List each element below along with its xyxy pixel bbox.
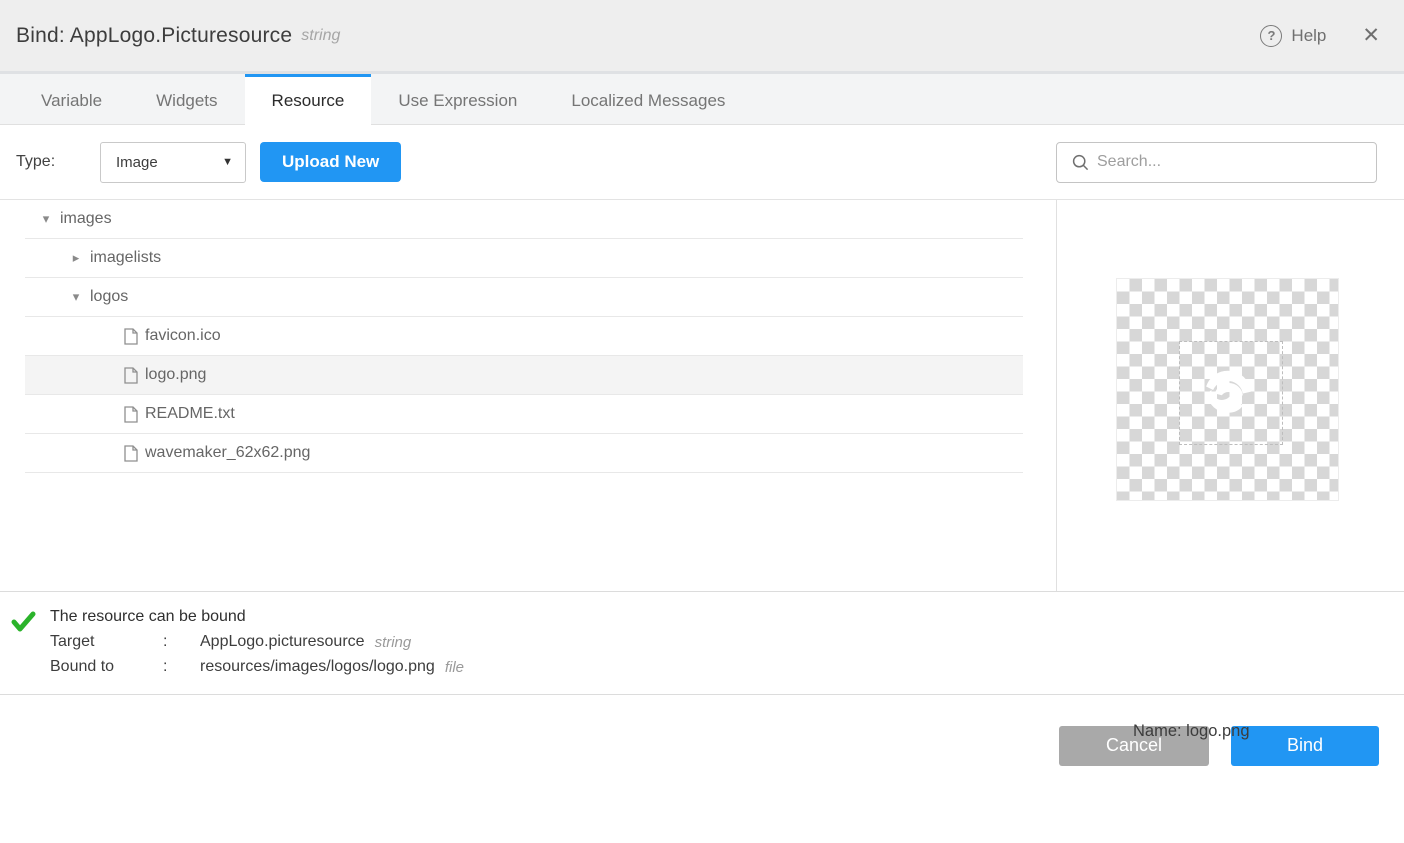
resource-toolbar: Type: Image ▼ Upload New <box>0 125 1404 200</box>
status-boundto-row: Bound to : resources/images/logos/logo.p… <box>50 655 1404 680</box>
tab-variable[interactable]: Variable <box>14 74 129 124</box>
type-select[interactable]: Image ▼ <box>100 142 246 183</box>
status-lines: The resource can be bound Target : AppLo… <box>50 605 1404 694</box>
titlebar-actions: ? Help ✕ <box>1260 25 1380 47</box>
help-button[interactable]: ? Help <box>1260 25 1326 47</box>
resource-browser: ▾ images ▸ imagelists ▾ logos favicon.ic… <box>0 200 1404 591</box>
status-separator: : <box>163 633 200 651</box>
success-check-icon <box>8 605 50 694</box>
tree-item-label: wavemaker_62x62.png <box>145 444 310 462</box>
search-icon <box>1072 154 1089 171</box>
dialog-footer: Cancel Bind <box>0 695 1404 843</box>
type-select-value: Image <box>116 154 158 171</box>
preview-name: Name: logo.png <box>1133 722 1250 741</box>
tree-item-label: README.txt <box>145 405 235 423</box>
tree-item-wavemaker-png[interactable]: wavemaker_62x62.png <box>25 434 1023 473</box>
dialog-title: Bind: AppLogo.Picturesource <box>16 24 292 48</box>
search-box[interactable] <box>1056 142 1377 183</box>
dialog-titlebar: Bind: AppLogo.Picturesource string ? Hel… <box>0 0 1404 74</box>
search-input[interactable] <box>1097 153 1364 171</box>
tab-widgets[interactable]: Widgets <box>129 74 244 124</box>
status-value-type: string <box>375 634 412 651</box>
bind-status: The resource can be bound Target : AppLo… <box>0 591 1404 695</box>
status-value: resources/images/logos/logo.png <box>200 658 435 676</box>
status-value-type: file <box>445 659 464 676</box>
help-icon: ? <box>1260 25 1282 47</box>
type-label: Type: <box>16 153 100 171</box>
tab-use-expression[interactable]: Use Expression <box>371 74 544 124</box>
tree-item-label: logo.png <box>145 366 206 384</box>
tree-item-label: images <box>60 210 112 228</box>
dialog-title-type: string <box>301 27 340 45</box>
chevron-right-icon[interactable]: ▸ <box>65 250 87 266</box>
tab-resource[interactable]: Resource <box>245 74 372 125</box>
file-icon <box>120 328 142 345</box>
file-tree: ▾ images ▸ imagelists ▾ logos favicon.ic… <box>25 200 1023 473</box>
status-separator: : <box>163 658 200 676</box>
tab-bar: Variable Widgets Resource Use Expression… <box>0 74 1404 125</box>
tree-item-label: favicon.ico <box>145 327 221 345</box>
help-label: Help <box>1291 26 1326 46</box>
file-icon <box>120 445 142 462</box>
image-preview <box>1116 278 1339 501</box>
status-target-row: Target : AppLogo.picturesource string <box>50 630 1404 655</box>
tree-item-label: logos <box>90 288 128 306</box>
tree-item-favicon[interactable]: favicon.ico <box>25 317 1023 356</box>
status-label: Bound to <box>50 658 163 676</box>
tree-item-imagelists[interactable]: ▸ imagelists <box>25 239 1023 278</box>
chevron-down-icon[interactable]: ▾ <box>35 211 57 227</box>
tree-item-logos[interactable]: ▾ logos <box>25 278 1023 317</box>
tree-item-label: imagelists <box>90 249 161 267</box>
status-value: AppLogo.picturesource <box>200 633 365 651</box>
caret-down-icon: ▼ <box>222 156 233 168</box>
status-message: The resource can be bound <box>50 605 1404 630</box>
tree-item-readme[interactable]: README.txt <box>25 395 1023 434</box>
tree-item-logo-png[interactable]: logo.png <box>25 356 1023 395</box>
close-icon[interactable]: ✕ <box>1362 25 1380 46</box>
logo-image <box>1193 355 1263 425</box>
tree-item-images[interactable]: ▾ images <box>25 200 1023 239</box>
tab-localized-messages[interactable]: Localized Messages <box>544 74 752 124</box>
status-label: Target <box>50 633 163 651</box>
file-tree-pane: ▾ images ▸ imagelists ▾ logos favicon.ic… <box>0 200 1056 591</box>
upload-new-button[interactable]: Upload New <box>260 142 401 182</box>
preview-pane: Name: logo.png <box>1056 200 1404 591</box>
file-icon <box>120 406 142 423</box>
bind-button[interactable]: Bind <box>1231 726 1379 766</box>
bind-dialog: Bind: AppLogo.Picturesource string ? Hel… <box>0 0 1404 843</box>
file-icon <box>120 367 142 384</box>
chevron-down-icon[interactable]: ▾ <box>65 289 87 305</box>
